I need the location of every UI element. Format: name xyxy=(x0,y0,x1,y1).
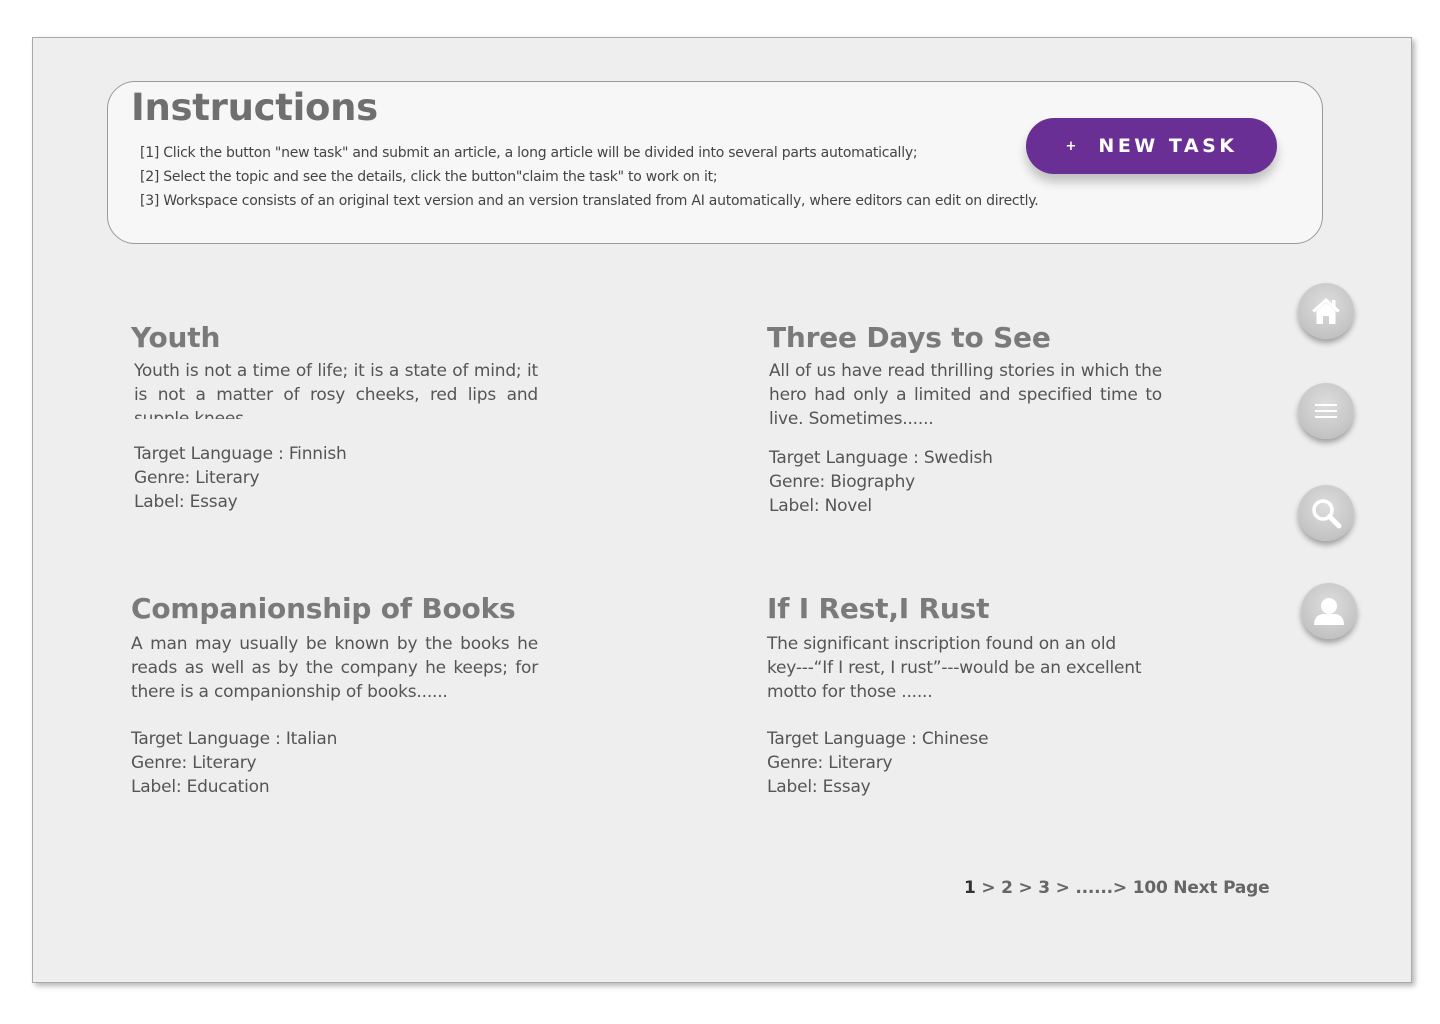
genre: Genre: Literary xyxy=(134,468,260,488)
instructions-panel: Instructions [1] Click the button "new t… xyxy=(107,81,1323,244)
article-title[interactable]: Companionship of Books xyxy=(131,592,538,625)
home-button[interactable] xyxy=(1298,283,1354,339)
instructions-title: Instructions xyxy=(131,86,378,129)
article-title[interactable]: Youth xyxy=(131,321,538,354)
page-3-link[interactable]: 3 xyxy=(1038,878,1050,898)
new-task-button[interactable]: + NEW TASK xyxy=(1026,118,1277,174)
label: Label: Education xyxy=(131,777,270,797)
menu-button[interactable] xyxy=(1298,383,1354,439)
page-separator: > xyxy=(975,878,1002,898)
article-card-if-i-rest-i-rust[interactable]: If I Rest,I Rust The significant inscrip… xyxy=(767,592,1187,799)
page-separator: > xyxy=(1049,878,1076,898)
article-excerpt: The significant inscription found on an … xyxy=(767,632,1187,704)
genre: Genre: Biography xyxy=(769,472,916,492)
user-icon xyxy=(1314,598,1344,625)
article-excerpt: A man may usually be known by the books … xyxy=(131,634,538,702)
article-excerpt: Youth is not a time of life; it is a sta… xyxy=(134,361,538,419)
new-task-label: NEW TASK xyxy=(1098,135,1238,157)
page-ellipsis: ......> xyxy=(1075,878,1133,898)
article-card-three-days-to-see[interactable]: Three Days to See All of us have read th… xyxy=(767,321,1162,518)
excerpt-line: motto for those ...... xyxy=(767,682,933,702)
excerpt-line: key---“If I rest, I rust”---would be an … xyxy=(767,658,1142,678)
search-icon xyxy=(1312,499,1342,529)
instructions-list: [1] Click the button "new task" and subm… xyxy=(140,141,1039,213)
excerpt-line: The significant inscription found on an … xyxy=(767,634,1116,654)
page-100-link[interactable]: 100 xyxy=(1133,878,1168,898)
page-2-link[interactable]: 2 xyxy=(1001,878,1013,898)
search-button[interactable] xyxy=(1298,485,1354,541)
article-excerpt: All of us have read thrilling stories in… xyxy=(769,361,1162,429)
genre: Genre: Literary xyxy=(767,753,893,773)
home-icon xyxy=(1312,298,1340,324)
genre: Genre: Literary xyxy=(131,753,257,773)
label: Label: Essay xyxy=(767,777,871,797)
target-language: Target Language : Swedish xyxy=(769,448,993,468)
instruction-item: [2] Select the topic and see the details… xyxy=(140,169,718,185)
target-language: Target Language : Finnish xyxy=(134,444,347,464)
article-title[interactable]: If I Rest,I Rust xyxy=(767,592,1187,625)
pagination: 1 > 2 > 3 > ......> 100 Next Page xyxy=(964,878,1270,898)
page-separator: > xyxy=(1012,878,1039,898)
profile-button[interactable] xyxy=(1301,583,1357,639)
instruction-item: [1] Click the button "new task" and subm… xyxy=(140,145,918,161)
page-1-link[interactable]: 1 xyxy=(964,878,976,898)
menu-icon xyxy=(1315,404,1337,418)
article-card-companionship-of-books[interactable]: Companionship of Books A man may usually… xyxy=(131,592,538,799)
article-card-youth[interactable]: Youth Youth is not a time of life; it is… xyxy=(131,321,538,514)
label: Label: Novel xyxy=(769,496,872,516)
target-language: Target Language : Chinese xyxy=(767,729,989,749)
target-language: Target Language : Italian xyxy=(131,729,338,749)
plus-icon: + xyxy=(1065,138,1077,154)
next-page-link[interactable]: Next Page xyxy=(1173,878,1269,898)
article-title[interactable]: Three Days to See xyxy=(767,321,1162,354)
label: Label: Essay xyxy=(134,492,238,512)
instruction-item: [3] Workspace consists of an original te… xyxy=(140,193,1039,209)
